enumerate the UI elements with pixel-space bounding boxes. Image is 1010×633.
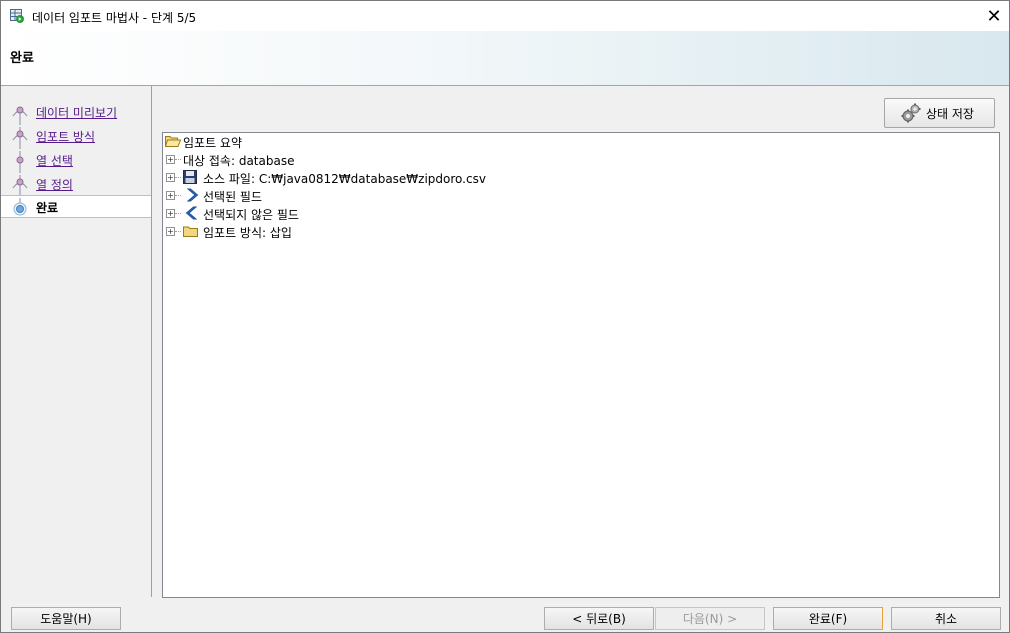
save-state-button[interactable]: 상태 저장 xyxy=(884,98,995,128)
step-node-icon xyxy=(11,151,29,173)
back-button[interactable]: < 뒤로(B) xyxy=(544,607,654,630)
cancel-button[interactable]: 취소 xyxy=(891,607,1001,630)
step-node-icon xyxy=(11,103,29,125)
tree-line xyxy=(175,231,181,232)
current-step-icon xyxy=(11,198,29,216)
tree-line xyxy=(175,177,181,178)
wizard-window: 데이터 임포트 마법사 - 단계 5/5 ✕ 완료 데이터 미리보기 임포트 방… xyxy=(0,0,1010,633)
table-import-icon xyxy=(10,9,24,23)
close-button[interactable]: ✕ xyxy=(979,1,1009,31)
step-node-icon xyxy=(11,175,29,197)
step-import-method[interactable]: 임포트 방식 xyxy=(1,125,151,149)
tree-item-label: 대상 접속: database xyxy=(183,154,295,168)
tree-item-label: 소스 파일: C:₩java0812₩database₩zipdoro.csv xyxy=(203,172,486,186)
tree-item-unselected-fields[interactable]: + 선택되지 않은 필드 xyxy=(163,205,563,223)
step-label[interactable]: 임포트 방식 xyxy=(36,128,95,145)
title-bar: 데이터 임포트 마법사 - 단계 5/5 ✕ xyxy=(1,1,1009,31)
expand-toggle[interactable]: + xyxy=(166,155,175,164)
close-icon: ✕ xyxy=(986,5,1002,27)
wizard-header: 완료 xyxy=(1,31,1009,86)
help-button[interactable]: 도움말(H) xyxy=(11,607,121,630)
step-node-icon xyxy=(11,127,29,149)
folder-icon xyxy=(183,224,198,238)
step-label[interactable]: 데이터 미리보기 xyxy=(36,104,117,121)
tree-root-label: 임포트 요약 xyxy=(183,136,243,150)
tree-item-label: 선택되지 않은 필드 xyxy=(203,208,299,222)
expand-toggle[interactable]: + xyxy=(166,173,175,182)
window-title: 데이터 임포트 마법사 - 단계 5/5 xyxy=(32,11,197,25)
tree-root[interactable]: 임포트 요약 xyxy=(163,133,463,151)
page-title: 완료 xyxy=(10,51,34,66)
step-column-select[interactable]: 열 선택 xyxy=(1,149,151,173)
tree-item-label: 선택된 필드 xyxy=(203,190,263,204)
expand-toggle[interactable]: + xyxy=(166,209,175,218)
tree-line xyxy=(175,159,181,160)
tree-item-selected-fields[interactable]: + 선택된 필드 xyxy=(163,187,563,205)
wizard-steps-panel: 데이터 미리보기 임포트 방식 열 선택 열 정의 완료 xyxy=(1,86,152,597)
next-button[interactable]: 다음(N) > xyxy=(655,607,765,630)
import-summary-tree[interactable]: 임포트 요약 + 대상 접속: database + 소스 파일: C:₩jav… xyxy=(162,132,1000,598)
chevron-left-icon xyxy=(185,206,199,220)
tree-item-import-method[interactable]: + 임포트 방식: 삽입 xyxy=(163,223,563,241)
tree-line xyxy=(175,213,181,214)
save-state-label: 상태 저장 xyxy=(926,107,974,121)
expand-toggle[interactable]: + xyxy=(166,227,175,236)
folder-open-icon xyxy=(164,134,182,148)
finish-button[interactable]: 완료(F) xyxy=(773,607,883,630)
floppy-disk-icon xyxy=(183,170,197,184)
step-label: 완료 xyxy=(36,201,59,215)
step-label[interactable]: 열 선택 xyxy=(36,152,73,169)
expand-toggle[interactable]: + xyxy=(166,191,175,200)
tree-item-target-connection[interactable]: + 대상 접속: database xyxy=(163,151,563,169)
step-label[interactable]: 열 정의 xyxy=(36,176,73,193)
step-column-define[interactable]: 열 정의 xyxy=(1,173,151,197)
tree-line xyxy=(175,195,181,196)
step-data-preview[interactable]: 데이터 미리보기 xyxy=(1,101,151,125)
tree-item-label: 임포트 방식: 삽입 xyxy=(203,226,292,240)
gears-icon xyxy=(900,102,922,124)
tree-item-source-file[interactable]: + 소스 파일: C:₩java0812₩database₩zipdoro.cs… xyxy=(163,169,663,187)
chevron-right-icon xyxy=(185,188,199,202)
step-finish-current[interactable]: 완료 xyxy=(1,195,151,218)
